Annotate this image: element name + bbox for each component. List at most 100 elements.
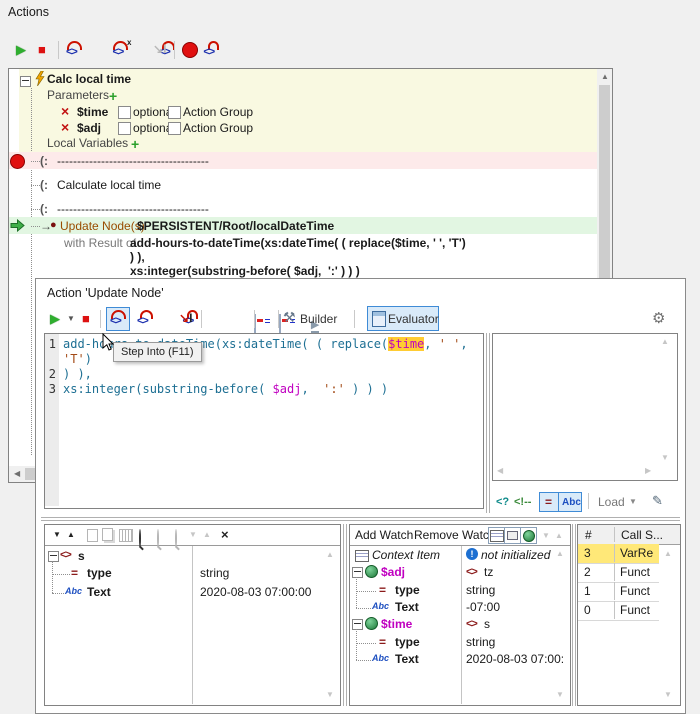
expression-line[interactable]: ) ), — [130, 250, 145, 264]
splitter[interactable] — [346, 524, 347, 706]
header-callstack[interactable]: Call S... — [621, 528, 663, 542]
remove-breakpoints-icon[interactable] — [279, 314, 281, 333]
text-node-label[interactable]: Text — [87, 585, 111, 599]
step-into-icon[interactable]: <> — [64, 41, 83, 58]
scroll-left-icon[interactable]: ◀ — [14, 470, 20, 478]
toolbar-separator — [354, 310, 355, 328]
collapse-toggle[interactable] — [48, 551, 59, 562]
add-watch-button[interactable]: Add Watch — [355, 528, 413, 542]
results-panel[interactable]: ▲ ▼ ◀ ▶ — [492, 333, 678, 481]
update-node-row[interactable]: → ● Update Node(s) $PERSISTENT/Root/loca… — [9, 217, 597, 234]
load-button[interactable]: Load — [598, 495, 625, 509]
splitter[interactable] — [41, 517, 680, 518]
optional-checkbox[interactable] — [118, 106, 131, 119]
collapse-toggle[interactable] — [352, 567, 363, 578]
column-divider[interactable] — [192, 546, 193, 704]
builder-tools-icon[interactable]: ⚒ — [283, 309, 296, 326]
watch-name[interactable]: Context Item — [372, 548, 440, 562]
run-icon[interactable]: ▶ — [16, 43, 26, 56]
add-local-variable-icon[interactable]: + — [131, 138, 139, 150]
frame-num: 1 — [584, 584, 591, 598]
toggle-breakpoint-icon[interactable] — [182, 42, 198, 58]
remove-watch-button[interactable]: Remove Watch — [414, 528, 496, 542]
sort-down-icon[interactable]: ▼ — [53, 531, 61, 539]
action-group-checkbox[interactable] — [168, 106, 181, 119]
edit-form-icon[interactable]: ✎ — [652, 493, 663, 509]
run-icon[interactable]: ▶ — [50, 312, 60, 325]
column-divider[interactable] — [614, 527, 615, 542]
globe-view-button[interactable] — [520, 527, 537, 544]
copy-all-icon — [102, 528, 113, 541]
comment-row[interactable]: (: Calculate local time — [9, 176, 597, 193]
step-out-icon[interactable]: <> — [201, 41, 220, 58]
attr-name[interactable]: type — [395, 583, 420, 597]
watch-name[interactable]: $time — [381, 617, 412, 631]
delete-param-icon[interactable]: × — [61, 121, 69, 133]
collapse-toggle[interactable] — [352, 619, 363, 630]
run-dropdown-icon[interactable]: ▼ — [67, 315, 75, 323]
grid-view-button[interactable] — [488, 527, 505, 544]
value-mode-button[interactable]: = — [539, 492, 559, 512]
run-to-cursor-icon: ↘I — [153, 42, 166, 56]
step-into-button[interactable]: <> — [106, 307, 130, 331]
collapse-toggle[interactable] — [20, 76, 31, 87]
watch-name[interactable]: $adj — [381, 565, 405, 579]
attr-value: string — [466, 635, 495, 649]
scroll-down-icon: ▼ — [664, 691, 672, 699]
attr-name[interactable]: type — [395, 635, 420, 649]
builder-button[interactable]: Builder — [300, 312, 337, 326]
action-group-title[interactable]: Calc local time — [47, 72, 131, 86]
callstack-row[interactable]: 0 Funct — [578, 601, 659, 621]
sort-up-icon[interactable]: ▲ — [67, 531, 75, 539]
stop-icon[interactable]: ■ — [82, 312, 90, 325]
evaluator-button[interactable]: Evaluator — [367, 306, 439, 331]
delete-param-icon[interactable]: × — [61, 105, 69, 117]
comment-row-breakpoint[interactable]: (: -------------------------------------… — [9, 152, 597, 169]
update-node-target[interactable]: $PERSISTENT/Root/localDateTime — [137, 219, 334, 233]
action-group-checkbox[interactable] — [168, 122, 181, 135]
callstack-row[interactable]: 1 Funct — [578, 582, 659, 602]
expression-line[interactable]: add-hours-to-dateTime(xs:dateTime( ( rep… — [130, 236, 466, 250]
splitter[interactable] — [575, 524, 576, 706]
optional-checkbox[interactable] — [118, 122, 131, 135]
text-node-label[interactable]: Text — [395, 600, 419, 614]
step-over-icon[interactable]: <> — [135, 310, 154, 327]
splitter[interactable] — [486, 333, 487, 513]
splitter[interactable] — [41, 520, 680, 521]
xml-pi-icon[interactable]: <? — [496, 496, 509, 508]
stop-icon[interactable]: ■ — [38, 43, 46, 56]
scroll-up-icon[interactable]: ▲ — [601, 73, 609, 81]
text-mode-button[interactable]: Abc — [558, 492, 582, 512]
header-num[interactable]: # — [585, 528, 592, 542]
watch-value: s — [484, 617, 490, 631]
search-icon[interactable] — [139, 529, 141, 548]
column-divider[interactable] — [461, 546, 462, 704]
splitter[interactable] — [343, 524, 344, 706]
var-name[interactable]: s — [78, 549, 85, 563]
callstack-row-selected[interactable]: 3 VarRe — [578, 544, 659, 564]
breakpoint-icon[interactable] — [10, 154, 25, 169]
callstack-row[interactable]: 2 Funct — [578, 563, 659, 583]
toolbar-separator — [174, 41, 175, 59]
attr-name[interactable]: type — [87, 566, 112, 580]
splitter[interactable] — [489, 333, 490, 513]
run-to-cursor-icon[interactable]: ↘I — [179, 311, 192, 325]
scroll-up-icon: ▲ — [556, 550, 564, 558]
move-down-icon: ▼ — [542, 532, 550, 540]
gear-icon[interactable]: ⚙ — [652, 309, 665, 327]
mouse-cursor — [102, 333, 114, 352]
text-node-label[interactable]: Text — [395, 652, 419, 666]
add-parameter-icon[interactable]: + — [109, 90, 117, 102]
splitter[interactable] — [572, 524, 573, 706]
tag-view-button[interactable] — [504, 527, 521, 544]
xml-comment-icon[interactable]: <!-- — [514, 496, 531, 508]
step-into-new-icon[interactable]: <>x — [110, 41, 129, 58]
xpath-code-editor[interactable]: 1 2 3 add-hours-to-dateTime(xs:dateTime(… — [44, 333, 484, 509]
expression-line[interactable]: xs:integer(substring-before( $adj, ':' )… — [130, 264, 360, 278]
tree-stub — [52, 593, 64, 594]
clear-icon[interactable]: × — [221, 529, 229, 540]
step-into-icon: <> — [108, 310, 127, 327]
load-dropdown-icon[interactable]: ▼ — [629, 498, 637, 506]
variables-toolbar: ▼ ▲ ▼ ▲ × — [45, 525, 340, 546]
comment-row[interactable]: (: -------------------------------------… — [9, 200, 597, 217]
